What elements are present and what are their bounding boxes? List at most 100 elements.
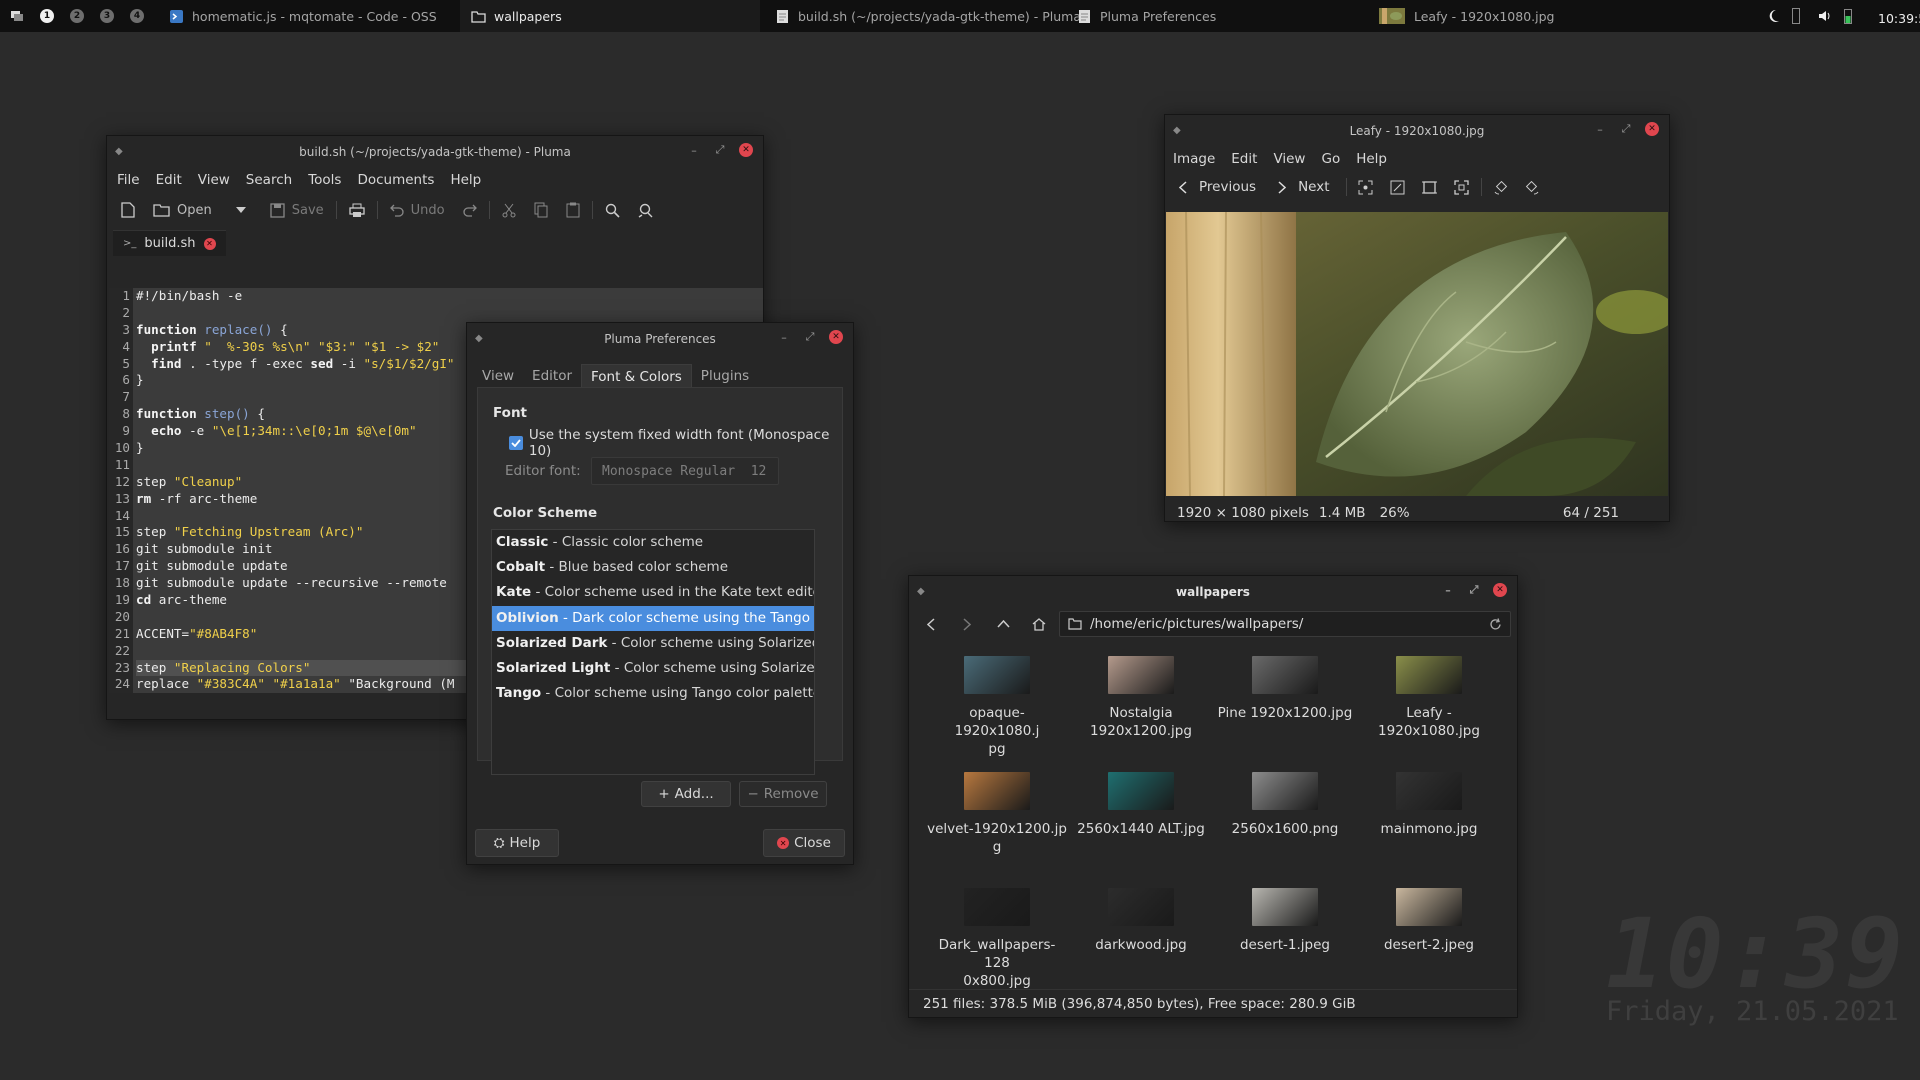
- color-scheme-item[interactable]: Classic - Classic color scheme: [492, 530, 814, 555]
- taskbar-item-image-viewer[interactable]: Leafy - 1920x1080.jpg: [1368, 0, 1564, 32]
- find-replace-button[interactable]: [632, 196, 659, 224]
- color-scheme-item[interactable]: Solarized Light - Color scheme using Sol…: [492, 656, 814, 681]
- file-item[interactable]: Leafy - 1920x1080.jpg: [1359, 656, 1499, 740]
- app-menu-icon[interactable]: [2, 0, 32, 32]
- menu-help[interactable]: Help: [1348, 151, 1395, 167]
- up-button[interactable]: [987, 610, 1019, 638]
- file-item[interactable]: Pine 1920x1200.jpg: [1215, 656, 1355, 722]
- add-scheme-button[interactable]: + Add...: [641, 781, 731, 807]
- fullscreen-button[interactable]: [1449, 174, 1475, 200]
- dialog-titlebar[interactable]: ◆ Pluma Preferences – ⤢ ✕: [467, 323, 853, 355]
- save-button[interactable]: Save: [264, 196, 330, 224]
- best-fit-button[interactable]: [1417, 174, 1443, 200]
- undo-button[interactable]: Undo: [384, 196, 451, 224]
- menu-help[interactable]: Help: [442, 172, 489, 188]
- menu-edit[interactable]: Edit: [148, 172, 190, 188]
- file-item[interactable]: darkwood.jpg: [1071, 888, 1211, 954]
- battery-icon[interactable]: [1844, 8, 1852, 28]
- pin-icon[interactable]: ◆: [1173, 125, 1181, 136]
- maximize-button[interactable]: ⤢: [803, 330, 817, 344]
- open-button[interactable]: Open: [147, 196, 218, 224]
- rotate-right-button[interactable]: [1520, 174, 1546, 200]
- tab-view[interactable]: View: [473, 364, 523, 388]
- color-scheme-item[interactable]: Oblivion - Dark color scheme using the T…: [492, 605, 814, 631]
- night-mode-icon[interactable]: [1768, 9, 1780, 27]
- maximize-button[interactable]: ⤢: [1467, 583, 1481, 597]
- find-button[interactable]: [599, 196, 626, 224]
- file-item[interactable]: desert-2.jpeg: [1359, 888, 1499, 954]
- workspace-2[interactable]: 2: [62, 0, 92, 32]
- tab-plugins[interactable]: Plugins: [692, 364, 758, 388]
- window-titlebar[interactable]: ◆ wallpapers – ⤢ ✕: [909, 576, 1517, 608]
- tab-build-sh[interactable]: >_ build.sh ✕: [113, 230, 226, 256]
- remove-scheme-button[interactable]: − Remove: [739, 781, 827, 807]
- open-dropdown-button[interactable]: [224, 196, 258, 224]
- copy-button[interactable]: [528, 196, 554, 224]
- menu-tools[interactable]: Tools: [300, 172, 349, 188]
- close-button[interactable]: ✕: [1645, 122, 1659, 136]
- pin-icon[interactable]: ◆: [115, 146, 123, 157]
- file-item[interactable]: Nostalgia 1920x1200.jpg: [1071, 656, 1211, 740]
- close-button[interactable]: ✕: [1493, 583, 1507, 597]
- file-item[interactable]: opaque-1920x1080.j pg: [927, 656, 1067, 758]
- back-button[interactable]: [915, 610, 947, 638]
- tab-font-colors[interactable]: Font & Colors: [581, 363, 692, 389]
- menu-documents[interactable]: Documents: [349, 172, 442, 188]
- color-scheme-item[interactable]: Cobalt - Blue based color scheme: [492, 555, 814, 580]
- file-item[interactable]: velvet-1920x1200.jp g: [927, 772, 1067, 856]
- minimize-button[interactable]: –: [777, 330, 791, 344]
- menu-image[interactable]: Image: [1165, 151, 1223, 167]
- pin-icon[interactable]: ◆: [917, 586, 925, 597]
- print-button[interactable]: [343, 196, 371, 224]
- forward-button[interactable]: [951, 610, 983, 638]
- editor-font-button[interactable]: Monospace Regular 12: [591, 457, 779, 485]
- dialog-close-button[interactable]: ✕ Close: [763, 829, 845, 857]
- cut-button[interactable]: [496, 196, 522, 224]
- close-button[interactable]: ✕: [739, 143, 753, 157]
- workspace-4[interactable]: 4: [122, 0, 152, 32]
- previous-button[interactable]: Previous: [1173, 179, 1262, 195]
- panel-clock[interactable]: 10:39:50: [1878, 11, 1920, 26]
- pin-icon[interactable]: ◆: [475, 333, 483, 344]
- menu-view[interactable]: View: [190, 172, 238, 188]
- taskbar-item-pluma[interactable]: build.sh (~/projects/yada-gtk-theme) - P…: [764, 0, 1091, 32]
- close-tab-icon[interactable]: ✕: [203, 237, 216, 250]
- taskbar-item-pluma-preferences[interactable]: Pluma Preferences: [1066, 0, 1226, 32]
- maximize-button[interactable]: ⤢: [1619, 122, 1633, 136]
- minimize-button[interactable]: –: [687, 143, 701, 157]
- window-icon[interactable]: [1792, 8, 1800, 28]
- zoom-in-button[interactable]: [1353, 174, 1379, 200]
- next-button[interactable]: Next: [1268, 179, 1339, 195]
- location-bar[interactable]: /home/eric/pictures/wallpapers/: [1059, 611, 1511, 637]
- menu-view[interactable]: View: [1265, 151, 1313, 167]
- home-button[interactable]: [1023, 610, 1055, 638]
- minimize-button[interactable]: –: [1441, 583, 1455, 597]
- file-item[interactable]: 2560x1440 ALT.jpg: [1071, 772, 1211, 838]
- color-scheme-item[interactable]: Kate - Color scheme used in the Kate tex…: [492, 580, 814, 605]
- close-button[interactable]: ✕: [829, 330, 843, 344]
- workspace-1[interactable]: 1: [32, 0, 62, 32]
- file-item[interactable]: desert-1.jpeg: [1215, 888, 1355, 954]
- menu-edit[interactable]: Edit: [1223, 151, 1265, 167]
- tab-editor[interactable]: Editor: [523, 364, 581, 388]
- volume-icon[interactable]: [1818, 9, 1832, 27]
- taskbar-item-code[interactable]: homematic.js - mqtomate - Code - OSS: [158, 0, 447, 32]
- menu-search[interactable]: Search: [238, 172, 300, 188]
- new-document-button[interactable]: [115, 196, 141, 224]
- file-item[interactable]: 2560x1600.png: [1215, 772, 1355, 838]
- color-scheme-item[interactable]: Tango - Color scheme using Tango color p…: [492, 681, 814, 706]
- paste-button[interactable]: [560, 196, 586, 224]
- image-display[interactable]: [1166, 212, 1668, 496]
- window-titlebar[interactable]: ◆ build.sh (~/projects/yada-gtk-theme) -…: [107, 136, 763, 168]
- help-button[interactable]: ⛭ Help: [475, 829, 559, 857]
- menu-go[interactable]: Go: [1313, 151, 1348, 167]
- taskbar-item-wallpapers[interactable]: wallpapers: [460, 0, 760, 32]
- redo-button[interactable]: [457, 196, 483, 224]
- rotate-left-button[interactable]: [1488, 174, 1514, 200]
- workspace-3[interactable]: 3: [92, 0, 122, 32]
- menu-file[interactable]: File: [109, 172, 148, 188]
- window-titlebar[interactable]: ◆ Leafy - 1920x1080.jpg – ⤢ ✕: [1165, 115, 1669, 147]
- system-font-checkbox[interactable]: Use the system fixed width font (Monospa…: [509, 427, 853, 459]
- zoom-out-button[interactable]: [1385, 174, 1411, 200]
- file-item[interactable]: Dark_wallpapers-128 0x800.jpg: [927, 888, 1067, 990]
